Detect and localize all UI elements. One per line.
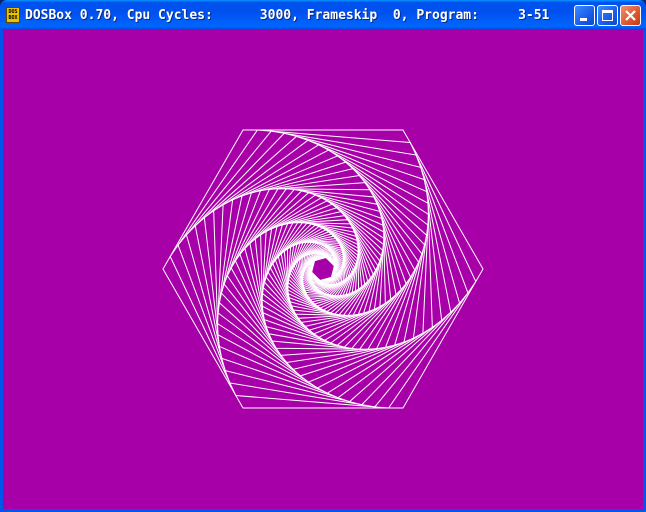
close-icon — [625, 10, 636, 21]
spiral-hexagon — [213, 144, 433, 394]
dos-screen[interactable] — [3, 30, 643, 509]
window-title: DOSBox 0.70, Cpu Cycles: 3000, Frameskip… — [25, 8, 550, 23]
spiral-hexagon — [217, 155, 429, 383]
dosbox-window: DOS BOX DOSBox 0.70, Cpu Cycles: 3000, F… — [0, 0, 646, 512]
title-bar[interactable]: DOS BOX DOSBox 0.70, Cpu Cycles: 3000, F… — [0, 0, 646, 30]
dosbox-app-icon[interactable]: DOS BOX — [6, 7, 20, 23]
hexagon-spiral-figure — [162, 129, 484, 409]
close-button[interactable] — [620, 5, 641, 26]
maximize-icon — [602, 10, 613, 21]
minimize-icon — [580, 18, 587, 21]
spiral-hexagon — [162, 129, 484, 409]
minimize-button[interactable] — [574, 5, 595, 26]
maximize-button[interactable] — [597, 5, 618, 26]
icon-text-bottom: BOX — [8, 15, 18, 21]
